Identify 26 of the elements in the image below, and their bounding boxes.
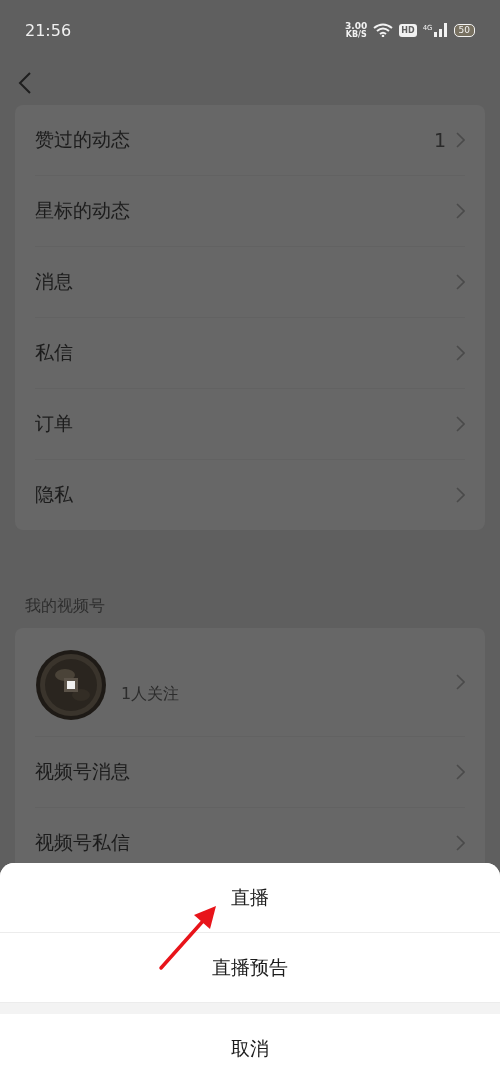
chevron-icon bbox=[456, 132, 465, 148]
chevron-icon bbox=[456, 345, 465, 361]
status-time: 21:56 bbox=[25, 20, 72, 40]
menu-item[interactable]: 消息 bbox=[35, 247, 465, 318]
channel-profile[interactable]: 1人关注 bbox=[35, 628, 465, 737]
chevron-icon bbox=[456, 416, 465, 432]
battery-indicator: 50 bbox=[453, 23, 475, 37]
hd-badge: HD bbox=[399, 23, 417, 37]
chevron-icon bbox=[456, 274, 465, 290]
menu-item[interactable]: 隐私 bbox=[35, 460, 465, 530]
chevron-icon bbox=[456, 487, 465, 503]
menu-item[interactable]: 赞过的动态 1 bbox=[35, 105, 465, 176]
menu-item[interactable]: 订单 bbox=[35, 389, 465, 460]
wifi-icon bbox=[373, 23, 394, 37]
back-icon[interactable] bbox=[18, 70, 32, 95]
chevron-icon bbox=[456, 203, 465, 219]
chevron-icon bbox=[456, 674, 465, 690]
menu-item[interactable]: 私信 bbox=[35, 318, 465, 389]
menu-item[interactable]: 视频号消息 bbox=[35, 737, 465, 808]
network-speed: 3.00 bbox=[345, 21, 368, 31]
signal-icon bbox=[433, 23, 448, 37]
chevron-icon bbox=[456, 835, 465, 851]
chevron-icon bbox=[456, 764, 465, 780]
menu-item[interactable]: 星标的动态 bbox=[35, 176, 465, 247]
sheet-action[interactable]: 直播 bbox=[0, 863, 500, 933]
speed-unit: KB/S bbox=[345, 30, 367, 39]
